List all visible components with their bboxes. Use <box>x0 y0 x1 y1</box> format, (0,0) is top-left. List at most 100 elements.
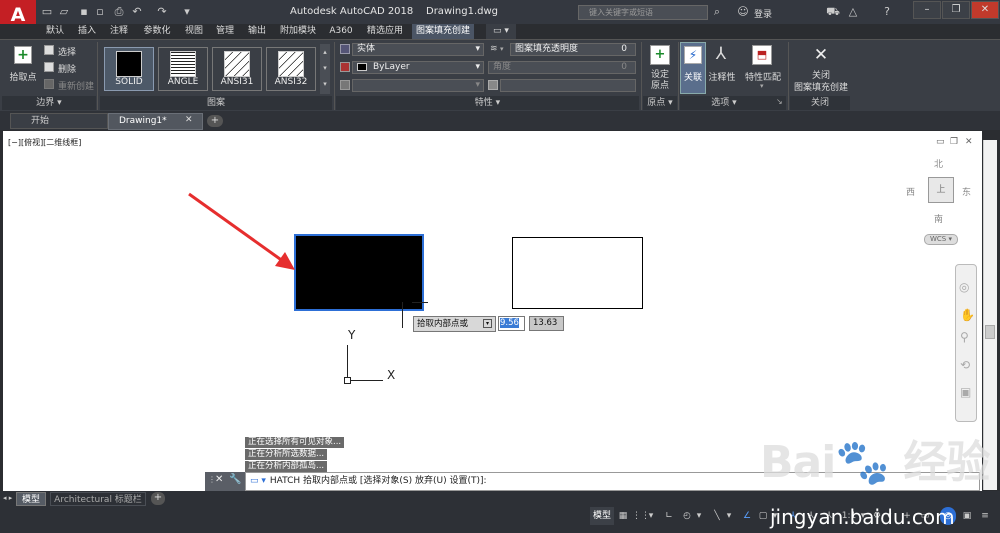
tab-layout-architectural[interactable]: Architectural 标题栏 <box>50 492 146 506</box>
redo-icon[interactable]: ↷ <box>155 5 169 19</box>
pan-icon[interactable]: ✋ <box>960 308 975 322</box>
boundary-rectangle[interactable] <box>512 237 643 309</box>
options-dialog-launcher-icon[interactable]: ↘ <box>776 97 783 106</box>
tab-hatch-creation[interactable]: 图案填充创建 <box>412 24 474 39</box>
quick-access-dropdown-icon[interactable]: ▾ <box>180 5 194 19</box>
print-icon[interactable]: ⎙ <box>112 5 126 19</box>
wcs-menu[interactable]: WCS ▾ <box>924 234 958 245</box>
pick-points-button[interactable]: 拾取点 <box>6 70 40 83</box>
save-as-icon[interactable]: ▫ <box>93 5 107 19</box>
isometric-icon[interactable]: ╲ <box>710 507 724 525</box>
origin-panel-label[interactable]: 原点 ▾ <box>643 97 677 109</box>
tab-featured-apps[interactable]: 精选应用 <box>362 24 408 39</box>
remove-boundary-button[interactable]: 删除 <box>58 62 76 75</box>
pattern-ansi32[interactable]: ANSI32 <box>266 47 316 91</box>
hatched-rectangle[interactable] <box>294 234 424 311</box>
steering-wheel-icon[interactable]: ◎ <box>959 280 969 294</box>
pattern-solid[interactable]: SOLID <box>104 47 154 91</box>
model-space-button[interactable]: 模型 <box>590 507 614 525</box>
showmotion-icon[interactable]: ▣ <box>960 385 971 399</box>
customization-menu-icon[interactable]: ≡ <box>978 507 992 525</box>
zoom-extents-icon[interactable]: ⚲ <box>960 330 969 344</box>
snap-icon[interactable]: ⋮⋮ <box>632 507 650 525</box>
clean-screen-icon[interactable]: ▣ <box>960 507 974 525</box>
match-properties-icon[interactable]: ⬒ <box>752 45 772 65</box>
polar-tracking-icon[interactable]: ◴ <box>680 507 694 525</box>
recent-commands-icon[interactable]: ▭ ▾ <box>246 476 270 486</box>
viewcube-east[interactable]: 东 <box>962 185 971 198</box>
match-properties-dropdown-icon[interactable]: ▾ <box>760 82 764 90</box>
select-objects-button[interactable]: 选择 <box>58 45 76 58</box>
set-origin-icon[interactable]: + <box>650 45 670 65</box>
tab-addins[interactable]: 附加模块 <box>278 24 318 39</box>
open-file-icon[interactable]: ▱ <box>57 5 71 19</box>
minimize-button[interactable]: – <box>913 1 941 19</box>
pattern-angle[interactable]: ANGLE <box>158 47 208 91</box>
pick-points-icon[interactable]: + <box>14 46 32 64</box>
user-icon[interactable]: ☺ <box>736 5 750 19</box>
new-file-icon[interactable]: ▭ <box>40 5 54 19</box>
close-hatch-icon[interactable]: ✕ <box>810 44 832 66</box>
tab-output[interactable]: 输出 <box>246 24 268 39</box>
scrollbar-thumb[interactable] <box>985 325 995 339</box>
orbit-icon[interactable]: ⟲ <box>960 358 970 372</box>
restore-button[interactable]: ❐ <box>942 1 970 19</box>
background-color-select[interactable]: ▾ <box>352 79 484 92</box>
transparency-dropdown-icon[interactable]: ▾ <box>500 45 504 53</box>
hatch-color-select[interactable]: ByLayer ▾ <box>352 61 484 74</box>
viewport-restore-icon[interactable]: ❐ <box>950 137 958 147</box>
tab-annotate[interactable]: 注释 <box>108 24 130 39</box>
viewport-controls[interactable]: [−][俯视][二维线框] <box>8 137 81 148</box>
angle-field[interactable]: 角度 0 <box>488 61 636 74</box>
exchange-icon[interactable]: △ <box>846 5 860 19</box>
viewcube-top-face[interactable]: 上 <box>928 177 954 203</box>
dynamic-input-x[interactable]: 9.56 <box>498 316 525 331</box>
search-input[interactable]: 键入关键字或短语 <box>578 5 708 20</box>
close-hatch-button[interactable]: 关闭 图案填充创建 <box>792 70 850 94</box>
tab-manage[interactable]: 管理 <box>214 24 236 39</box>
polar-dropdown-icon[interactable]: ▾ <box>694 507 704 525</box>
close-window-button[interactable]: ✕ <box>971 1 999 19</box>
properties-panel-label[interactable]: 特性 ▾ <box>336 97 639 109</box>
grid-icon[interactable]: ▦ <box>616 507 630 525</box>
layout-scroll-icons[interactable]: ◂ ▸ <box>3 494 12 502</box>
tab-view[interactable]: 视图 <box>183 24 205 39</box>
viewport-close-icon[interactable]: ✕ <box>965 137 973 147</box>
save-icon[interactable]: ▪ <box>77 5 91 19</box>
viewport-minimize-icon[interactable]: ▭ <box>936 137 945 147</box>
options-panel-label[interactable]: 选项 ▾ <box>680 97 768 109</box>
dynamic-input-y[interactable]: 13.63 <box>529 316 564 331</box>
customize-command-icon[interactable]: 🔧 <box>229 474 241 485</box>
tab-default[interactable]: 默认 <box>44 24 66 39</box>
search-icon[interactable]: ⌕ <box>710 5 724 19</box>
cart-icon[interactable]: ⛟ <box>826 5 840 19</box>
close-command-line-icon[interactable]: ✕ <box>215 474 223 485</box>
tab-parametric[interactable]: 参数化 <box>140 24 174 39</box>
object-snap-tracking-icon[interactable]: ∠ <box>740 507 754 525</box>
new-layout-icon[interactable]: + <box>151 492 165 505</box>
viewcube-south[interactable]: 南 <box>934 212 943 225</box>
tab-a360[interactable]: A360 <box>326 24 356 39</box>
annotative-button[interactable]: 注释性 <box>706 70 738 83</box>
tab-model[interactable]: 模型 <box>16 492 46 506</box>
hatch-type-select[interactable]: 实体 ▾ <box>352 43 484 56</box>
help-icon[interactable]: ? <box>880 5 894 19</box>
object-snap-icon[interactable]: ▢ <box>756 507 770 525</box>
transparency-field[interactable]: 图案填充透明度 0 <box>510 43 636 56</box>
annotative-icon[interactable]: ⅄ <box>711 44 731 64</box>
isometric-dropdown-icon[interactable]: ▾ <box>724 507 734 525</box>
recreate-boundary-button[interactable]: 重新创建 <box>58 79 94 92</box>
snap-dropdown-icon[interactable]: ▾ <box>646 507 656 525</box>
pattern-ansi31[interactable]: ANSI31 <box>212 47 262 91</box>
tab-insert[interactable]: 插入 <box>76 24 98 39</box>
undo-icon[interactable]: ↶ <box>130 5 144 19</box>
pattern-gallery-scroll[interactable]: ▴ ▾ ▾ <box>320 44 330 94</box>
boundary-panel-label[interactable]: 边界 ▾ <box>2 97 96 109</box>
new-tab-icon[interactable]: + <box>207 115 223 127</box>
viewcube-north[interactable]: 北 <box>934 157 943 170</box>
set-origin-button[interactable]: 设定 原点 <box>645 70 675 92</box>
tab-start[interactable]: 开始 <box>10 113 108 129</box>
ribbon-display-toggle[interactable]: ▭ ▾ <box>486 24 516 39</box>
viewcube-west[interactable]: 西 <box>906 185 915 198</box>
login-link[interactable]: 登录 <box>754 7 772 20</box>
